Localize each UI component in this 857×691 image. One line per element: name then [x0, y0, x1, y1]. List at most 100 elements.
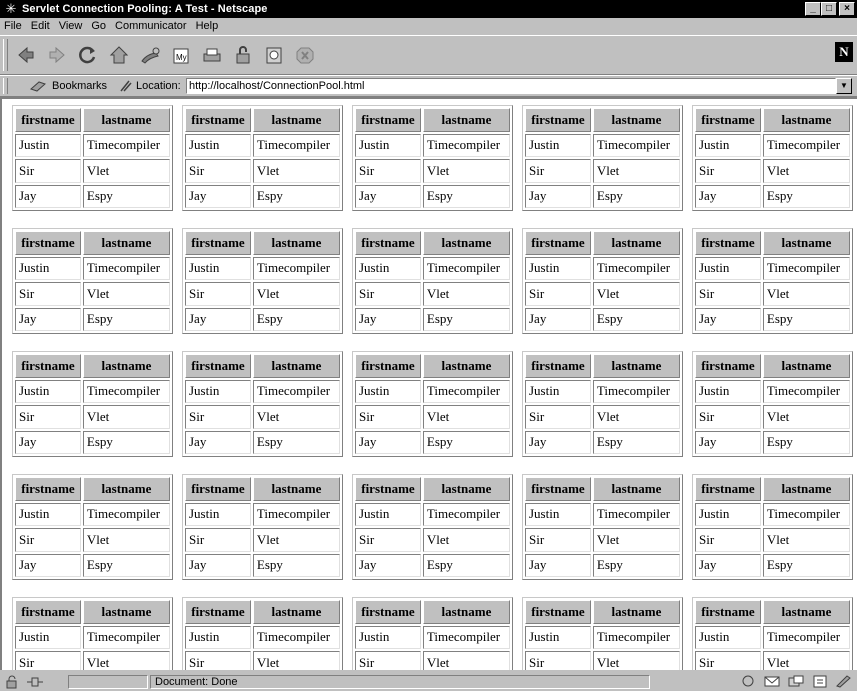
menu-bar: File Edit View Go Communicator Help [0, 18, 857, 34]
table-cell-lastname: Timecompiler [422, 625, 510, 649]
table-header-row: firstname lastname [525, 354, 680, 378]
forward-button[interactable] [43, 40, 70, 70]
table-row: Justin Timecompiler [695, 256, 850, 280]
table-cell-lastname: Timecompiler [252, 625, 340, 649]
name-table: firstname lastname Justin Timecompiler Sir Vl… [12, 105, 173, 211]
column-header-firstname: firstname [525, 600, 591, 624]
table-cell-firstname: Jay [15, 307, 81, 331]
url-dropdown-button[interactable]: ▼ [836, 78, 852, 94]
table-row: Jay Espy [15, 430, 170, 454]
netscape-window-icon[interactable]: ✳ [3, 1, 19, 17]
minimize-button[interactable]: _ [805, 2, 821, 16]
home-icon [109, 46, 128, 64]
table-cell-firstname: Jay [355, 430, 421, 454]
table-cell-lastname: Vlet [592, 528, 680, 552]
column-header-firstname: firstname [15, 354, 81, 378]
table-cell-lastname: Timecompiler [252, 502, 340, 526]
name-table: firstname lastname Justin Timecompiler Sir Vl… [522, 474, 683, 580]
table-cell-firstname: Sir [525, 159, 591, 183]
table-header-row: firstname lastname [355, 108, 510, 132]
table-cell-lastname: Espy [82, 184, 170, 208]
page-proxy-icon[interactable] [119, 79, 133, 93]
url-input[interactable]: http://localhost/ConnectionPool.html [186, 78, 836, 94]
table-cell-firstname: Sir [695, 405, 761, 429]
table-cell-lastname: Timecompiler [422, 256, 510, 280]
table-header-row: firstname lastname [15, 108, 170, 132]
column-header-lastname: lastname [82, 108, 170, 132]
table-row: Sir Vlet [355, 282, 510, 306]
navigator-icon[interactable] [739, 674, 757, 688]
mail-icon[interactable] [763, 674, 781, 688]
table-cell-lastname: Espy [82, 307, 170, 331]
table-header-row: firstname lastname [525, 477, 680, 501]
table-row: Sir Vlet [525, 651, 680, 670]
table-cell-firstname: Jay [185, 184, 251, 208]
menu-file[interactable]: File [4, 20, 22, 32]
menu-help[interactable]: Help [196, 20, 219, 32]
netscape-guide-icon: My [173, 48, 188, 64]
reload-icon [78, 46, 95, 64]
table-cell-firstname: Justin [185, 502, 251, 526]
menu-view[interactable]: View [59, 20, 83, 32]
table-cell-lastname: Vlet [592, 159, 680, 183]
back-button[interactable] [12, 40, 39, 70]
stop-button[interactable] [291, 40, 318, 70]
table-header-row: firstname lastname [525, 231, 680, 255]
bookmarks-button[interactable]: Bookmarks [30, 79, 107, 93]
print-button[interactable] [198, 40, 225, 70]
location-grip[interactable] [3, 78, 8, 94]
table-cell-firstname: Justin [15, 625, 81, 649]
table-cell-lastname: Vlet [82, 159, 170, 183]
security-button[interactable] [229, 40, 256, 70]
table-cell-firstname: Sir [355, 282, 421, 306]
reload-button[interactable] [74, 40, 101, 70]
location-label: Location: [136, 80, 181, 92]
table-row: Justin Timecompiler [695, 379, 850, 403]
name-table: firstname lastname Justin Timecompiler Sir Vl… [522, 597, 683, 670]
column-header-lastname: lastname [592, 354, 680, 378]
table-cell-firstname: Sir [185, 405, 251, 429]
table-cell-firstname: Sir [695, 651, 761, 670]
table-cell-firstname: Sir [355, 159, 421, 183]
table-cell-firstname: Jay [355, 553, 421, 577]
window-title: Servlet Connection Pooling: A Test - Net… [22, 3, 268, 15]
close-button[interactable]: × [839, 2, 855, 16]
maximize-button[interactable]: □ [821, 2, 837, 16]
table-cell-firstname: Sir [15, 159, 81, 183]
table-cell-firstname: Sir [15, 528, 81, 552]
table-cell-firstname: Jay [695, 307, 761, 331]
table-cell-firstname: Jay [525, 430, 591, 454]
column-header-firstname: firstname [695, 354, 761, 378]
toolbar-grip[interactable] [3, 39, 8, 71]
shop-button[interactable] [260, 40, 287, 70]
table-header-row: firstname lastname [355, 354, 510, 378]
table-header-row: firstname lastname [525, 600, 680, 624]
table-row: Justin Timecompiler [525, 625, 680, 649]
table-cell-lastname: Timecompiler [762, 256, 850, 280]
table-row: Justin Timecompiler [15, 133, 170, 157]
table-cell-firstname: Justin [525, 133, 591, 157]
name-table: firstname lastname Justin Timecompiler Sir Vl… [522, 228, 683, 334]
table-cell-firstname: Jay [15, 184, 81, 208]
composer-icon[interactable] [835, 674, 853, 688]
table-row: Justin Timecompiler [695, 133, 850, 157]
menu-edit[interactable]: Edit [31, 20, 50, 32]
address-book-icon[interactable] [811, 674, 829, 688]
table-row: Sir Vlet [695, 405, 850, 429]
name-table: firstname lastname Justin Timecompiler Sir Vl… [182, 597, 343, 670]
search-button[interactable] [136, 40, 163, 70]
name-table: firstname lastname Justin Timecompiler Sir Vl… [522, 351, 683, 457]
name-table: firstname lastname Justin Timecompiler Sir Vl… [352, 105, 513, 211]
table-header-row: firstname lastname [185, 354, 340, 378]
menu-go[interactable]: Go [91, 20, 106, 32]
table-row: Justin Timecompiler [525, 379, 680, 403]
netscape-logo[interactable]: N [835, 42, 853, 62]
lock-icon[interactable] [4, 675, 22, 689]
name-table: firstname lastname Justin Timecompiler Sir Vl… [12, 351, 173, 457]
home-button[interactable] [105, 40, 132, 70]
table-cell-lastname: Vlet [592, 405, 680, 429]
table-cell-lastname: Vlet [252, 651, 340, 670]
netscape-guide-button[interactable]: My [167, 40, 194, 70]
menu-communicator[interactable]: Communicator [115, 20, 187, 32]
newsgroups-icon[interactable] [787, 674, 805, 688]
